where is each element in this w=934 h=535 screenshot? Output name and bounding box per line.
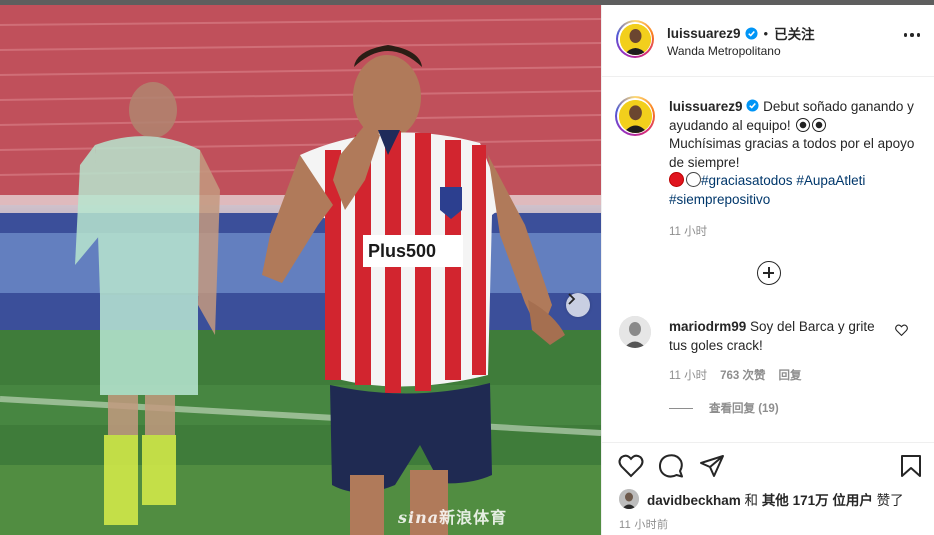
view-replies-label: 查看回复 (19) bbox=[709, 403, 779, 415]
actions-divider bbox=[602, 442, 934, 443]
post-image[interactable]: Plus500 sina新浪体育 bbox=[0, 5, 601, 535]
watermark-text: 新浪体育 bbox=[439, 508, 508, 527]
likes-text: davidbeckham 和 其他 171万 位用户 赞了 bbox=[647, 489, 904, 509]
caption-time: 11 小时 bbox=[669, 226, 708, 238]
liker-avatar[interactable] bbox=[619, 489, 639, 509]
commenter-username[interactable]: mariodrm99 bbox=[669, 319, 746, 334]
commenter-avatar[interactable] bbox=[619, 316, 651, 348]
hashtag-aupaatleti[interactable]: #AupaAtleti bbox=[796, 173, 865, 188]
avatar-image bbox=[619, 489, 639, 509]
following-button[interactable]: 已关注 bbox=[774, 23, 815, 43]
post-details-panel: luissuarez9 • 已关注 Wanda Metropolitano lu… bbox=[601, 5, 934, 535]
avatar-image bbox=[619, 23, 651, 55]
likes-and: 和 bbox=[740, 493, 762, 508]
liker-username[interactable]: davidbeckham bbox=[647, 493, 741, 508]
header-user-row: luissuarez9 • 已关注 bbox=[667, 23, 815, 43]
reply-button[interactable]: 回复 bbox=[779, 367, 802, 383]
red-circle-icon bbox=[669, 172, 684, 187]
comment-time: 11 小时 bbox=[669, 370, 708, 382]
plus-circle-icon[interactable] bbox=[757, 261, 781, 285]
hashtag-siemprepositivo[interactable]: #siemprepositivo bbox=[669, 192, 770, 207]
post-actions bbox=[618, 454, 923, 480]
verified-icon bbox=[746, 99, 759, 112]
avatar-image bbox=[619, 316, 651, 348]
comment-text: mariodrm99 Soy del Barca y grite tus gol… bbox=[669, 318, 894, 355]
photo-illustration: Plus500 bbox=[0, 5, 601, 535]
caption-line2: Muchísimas gracias a todos por el apoyo … bbox=[669, 136, 915, 170]
soccer-ball-icon bbox=[796, 117, 811, 132]
comment-heart-icon[interactable] bbox=[895, 324, 908, 339]
next-arrow-icon bbox=[568, 293, 576, 305]
image-watermark: sina新浪体育 bbox=[398, 504, 507, 528]
hashtag-graciasatodos[interactable]: #graciasatodos bbox=[701, 173, 793, 188]
soccer-ball-icon bbox=[812, 117, 827, 132]
heart-icon[interactable] bbox=[618, 454, 644, 481]
post-header: luissuarez9 • 已关注 Wanda Metropolitano bbox=[602, 5, 934, 77]
replies-divider bbox=[669, 407, 693, 409]
other-likers[interactable]: 其他 171万 位用户 bbox=[762, 493, 873, 508]
watermark-brand: sina bbox=[398, 508, 440, 527]
more-options-icon[interactable] bbox=[903, 33, 920, 37]
comment-likes[interactable]: 763 次赞 bbox=[720, 367, 765, 383]
likes-suffix: 赞了 bbox=[872, 493, 904, 508]
comment-meta: 11 小时 763 次赞 回复 bbox=[669, 367, 802, 383]
separator-dot: • bbox=[763, 25, 769, 41]
comment-icon[interactable] bbox=[658, 454, 684, 481]
verified-icon bbox=[745, 26, 758, 40]
likes-summary: davidbeckham 和 其他 171万 位用户 赞了 bbox=[619, 489, 904, 509]
svg-text:Plus500: Plus500 bbox=[368, 241, 436, 261]
bookmark-icon[interactable] bbox=[900, 454, 922, 481]
white-circle-icon bbox=[686, 172, 701, 187]
share-icon[interactable] bbox=[699, 454, 725, 481]
author-username[interactable]: luissuarez9 bbox=[667, 26, 741, 41]
caption-author-avatar[interactable] bbox=[615, 96, 655, 136]
next-photo-button[interactable] bbox=[566, 293, 590, 317]
caption-username[interactable]: luissuarez9 bbox=[669, 99, 743, 114]
avatar-image bbox=[618, 99, 652, 133]
post-timestamp[interactable]: 11 小时前 bbox=[619, 516, 668, 532]
view-replies-button[interactable]: 查看回复 (19) bbox=[669, 400, 779, 416]
post-location[interactable]: Wanda Metropolitano bbox=[667, 44, 781, 58]
caption-text: luissuarez9 Debut soñado ganando y ayuda… bbox=[669, 98, 919, 209]
author-avatar[interactable] bbox=[616, 20, 654, 58]
